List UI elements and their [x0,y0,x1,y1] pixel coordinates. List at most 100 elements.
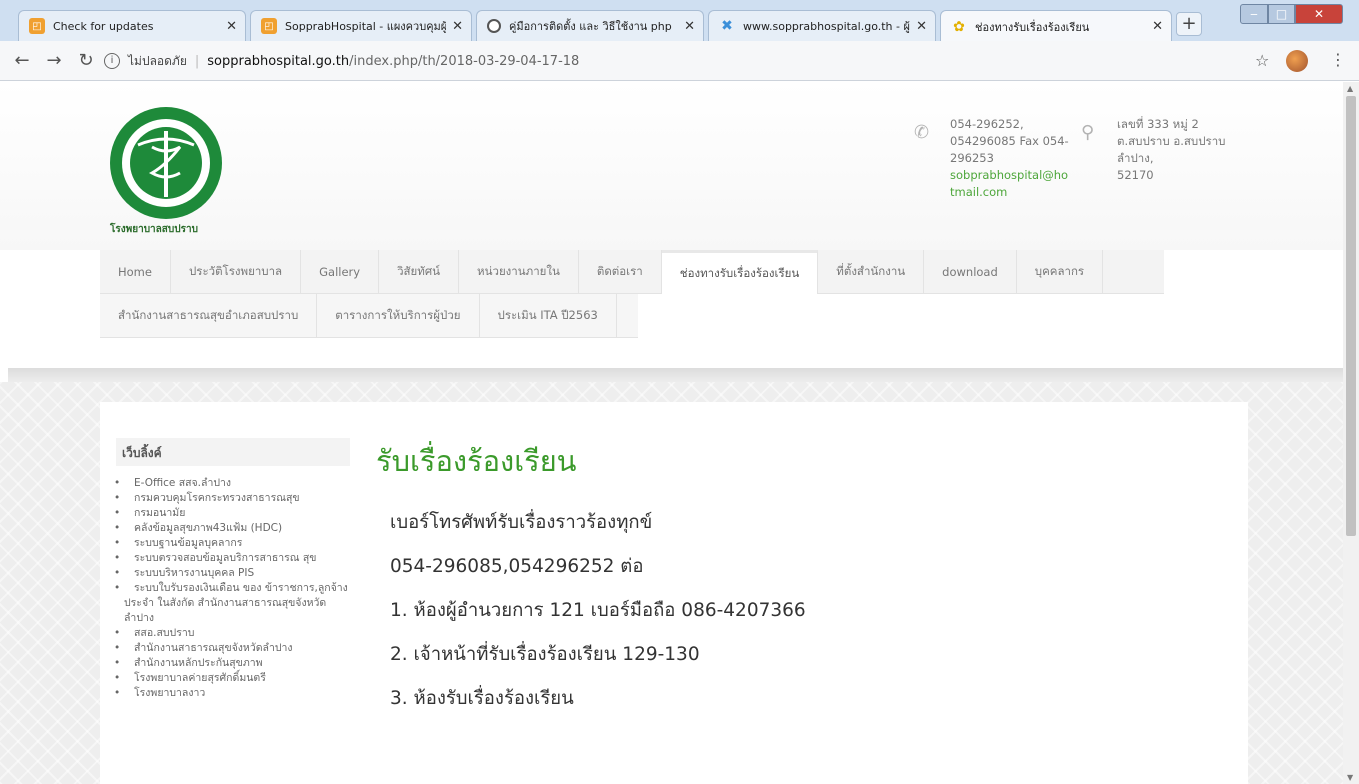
content-area: เว็บลิ้งค์ E-Office สสจ.ลำปาง กรมควบคุมโ… [100,402,1248,784]
info-icon[interactable]: i [104,53,120,69]
nav-item-download[interactable]: download [924,250,1017,294]
close-icon[interactable]: ✕ [1152,19,1163,34]
email-link[interactable]: tmail.com [950,184,1080,201]
weblink-item[interactable]: E-Office สสจ.ลำปาง [114,476,352,491]
nav-item-vision[interactable]: วิสัยทัศน์ [379,250,460,294]
nav-item-district-health-office[interactable]: สำนักงานสาธารณสุขอำเภอสบปราบ [100,294,318,338]
weblink-item[interactable]: กรมควบคุมโรคกระทรวงสาธารณสุข [114,491,352,506]
nav-item-ita-assessment[interactable]: ประเมิน ITA ปี2563 [480,294,617,338]
weblink-item[interactable]: โรงพยาบาลค่ายสุรศักดิ์มนตรี [114,671,352,686]
url-path[interactable]: /index.php/th/2018-03-29-04-17-18 [349,54,579,69]
scroll-down-icon[interactable]: ▼ [1347,773,1353,782]
nav-item-service-schedule[interactable]: ตารางการให้บริการผู้ป่วย [317,294,480,338]
article-line: 054-296085,054296252 ต่อ [390,556,644,577]
reload-icon[interactable]: ↻ [74,49,98,73]
menu-kebab-icon[interactable]: ⋮ [1330,50,1346,69]
profile-avatar[interactable] [1286,50,1308,72]
weblink-label[interactable]: กรมควบคุมโรคกระทรวงสาธารณสุข [124,492,300,504]
address-bar[interactable]: i ไม่ปลอดภัย | sopprabhospital.go.th /in… [104,47,1274,75]
article-line: เบอร์โทรศัพท์รับเรื่องราวร้องทุกข์ [390,512,653,533]
nav-item-contact[interactable]: ติดต่อเรา [579,250,662,294]
close-icon[interactable]: ✕ [684,19,695,34]
nav-item-history[interactable]: ประวัติโรงพยาบาล [171,250,302,294]
browser-tab[interactable]: ◰ SopprabHospital - แผงควบคุมผู้ ✕ [250,10,472,41]
scrollbar-thumb[interactable] [1346,96,1356,536]
weblink-item[interactable]: สสอ.สบปราบ [114,626,352,641]
article: รับเรื่องร้องเรียน เบอร์โทรศัพท์รับเรื่อ… [376,438,1236,728]
address-line: เลขที่ 333 หมู่ 2 [1117,117,1199,131]
maximize-button[interactable]: □ [1268,4,1295,24]
nav-item-gallery[interactable]: Gallery [301,250,380,294]
weblink-label[interactable]: ระบบฐานข้อมูลบุคลากร [124,537,242,549]
close-icon[interactable]: ✕ [452,19,463,34]
contact-address: ⚲ เลขที่ 333 หมู่ 2 ต.สบปราบ อ.สบปราบ ลำ… [1081,116,1247,184]
tab-title: www.sopprabhospital.go.th - ผู้ [743,20,910,33]
close-icon[interactable]: ✕ [916,19,927,34]
scroll-up-icon[interactable]: ▲ [1347,84,1353,93]
address-separator: | [194,53,200,69]
weblink-label[interactable]: โรงพยาบาลงาว [124,687,205,699]
weblink-item[interactable]: กรมอนามัย [114,506,352,521]
weblink-item[interactable]: ระบบฐานข้อมูลบุคลากร [114,536,352,551]
article-line: 3. ห้องรับเรื่องร้องเรียน [390,688,574,709]
browser-tab[interactable]: คู่มือการติดตั้ง และ วิธีใช้งาน php ✕ [476,10,704,41]
tab-title: SopprabHospital - แผงควบคุมผู้ [285,20,447,33]
back-icon[interactable]: ← [10,49,34,73]
weblink-item[interactable]: สำนักงานสาธารณสุขจังหวัดลำปาง [114,641,352,656]
tab-title: คู่มือการติดตั้ง และ วิธีใช้งาน php [509,20,672,33]
app-icon: ◰ [261,18,277,34]
weblink-label[interactable]: E-Office สสจ.ลำปาง [124,477,231,489]
hospital-name: โรงพยาบาลสบปราบ [110,224,198,235]
weblink-label[interactable]: สสอ.สบปราบ [124,627,194,639]
spacer-band [0,338,1343,368]
address-line: 52170 [1117,168,1154,182]
phone-line: 054-296252, [950,117,1024,131]
page-viewport: โรงพยาบาลสบปราบ ✆ 054-296252, 054296085 … [0,82,1343,784]
section-divider [8,368,1343,382]
close-window-button[interactable]: ✕ [1295,4,1343,24]
weblink-label[interactable]: สำนักงานสาธารณสุขจังหวัดลำปาง [124,642,293,654]
nav-item-departments[interactable]: หน่วยงานภายใน [459,250,579,294]
close-icon[interactable]: ✕ [226,19,237,34]
weblink-label[interactable]: สำนักงานหลักประกันสุขภาพ [124,657,263,669]
weblink-label[interactable]: คลังข้อมูลสุขภาพ43แฟ้ม (HDC) [124,522,282,534]
forward-icon[interactable]: → [42,49,66,73]
weblink-label[interactable]: ระบบใบรับรองเงินเดือน ของ ข้าราชการ,ลูกจ… [124,582,348,624]
sidebar-weblinks: เว็บลิ้งค์ E-Office สสจ.ลำปาง กรมควบคุมโ… [114,438,352,701]
minimize-button[interactable]: ‒ [1240,4,1268,24]
new-tab-button[interactable]: + [1176,12,1202,36]
browser-tab-active[interactable]: ✿ ช่องทางรับเรื่องร้องเรียน ✕ [940,10,1172,42]
weblink-label[interactable]: โรงพยาบาลค่ายสุรศักดิ์มนตรี [124,672,266,684]
weblink-item[interactable]: ระบบตรวจสอบข้อมูลบริการสาธารณ สุข [114,551,352,566]
security-label[interactable]: ไม่ปลอดภัย [128,52,187,71]
sidebar-title: เว็บลิ้งค์ [116,438,352,466]
address-line: ลำปาง, [1117,151,1154,165]
weblink-item[interactable]: คลังข้อมูลสุขภาพ43แฟ้ม (HDC) [114,521,352,536]
weblink-label[interactable]: ระบบตรวจสอบข้อมูลบริการสาธารณ สุข [124,552,316,564]
weblink-label[interactable]: กรมอนามัย [124,507,185,519]
nav-item-personnel[interactable]: บุคคลากร [1017,250,1104,294]
weblink-item[interactable]: สำนักงานหลักประกันสุขภาพ [114,656,352,671]
weblink-item[interactable]: ระบบบริหารงานบุคคล PIS [114,566,352,581]
browser-toolbar: ← → ↻ i ไม่ปลอดภัย | sopprabhospital.go.… [0,41,1359,81]
nav-item-location[interactable]: ที่ตั้งสำนักงาน [818,250,925,294]
article-line: 1. ห้องผู้อำนวยการ 121 เบอร์มือถือ 086-4… [390,600,806,621]
weblink-list: E-Office สสจ.ลำปาง กรมควบคุมโรคกระทรวงสา… [114,476,352,701]
weblink-item[interactable]: โรงพยาบาลงาว [114,686,352,701]
address-line: ต.สบปราบ อ.สบปราบ [1117,134,1226,148]
weblink-label[interactable]: ระบบบริหารงานบุคคล PIS [124,567,254,579]
globe-icon [487,19,501,33]
url-host[interactable]: sopprabhospital.go.th [207,54,349,69]
ministry-logo-icon[interactable] [108,98,224,228]
hospital-favicon-icon: ✿ [953,18,965,35]
browser-tab[interactable]: ✖ www.sopprabhospital.go.th - ผู้ ✕ [708,10,936,41]
site-header: โรงพยาบาลสบปราบ ✆ 054-296252, 054296085 … [0,82,1343,250]
page-scrollbar[interactable]: ▲ ▼ [1343,82,1359,784]
map-pin-icon: ⚲ [1081,122,1095,143]
browser-tab[interactable]: ◰ Check for updates ✕ [18,10,246,41]
nav-item-complaints[interactable]: ช่องทางรับเรื่องร้องเรียน [661,250,819,294]
weblink-item[interactable]: ระบบใบรับรองเงินเดือน ของ ข้าราชการ,ลูกจ… [114,581,352,626]
nav-item-home[interactable]: Home [100,250,171,294]
bookmark-star-icon[interactable]: ☆ [1255,51,1269,70]
email-link[interactable]: sobprabhospital@ho [950,167,1080,184]
